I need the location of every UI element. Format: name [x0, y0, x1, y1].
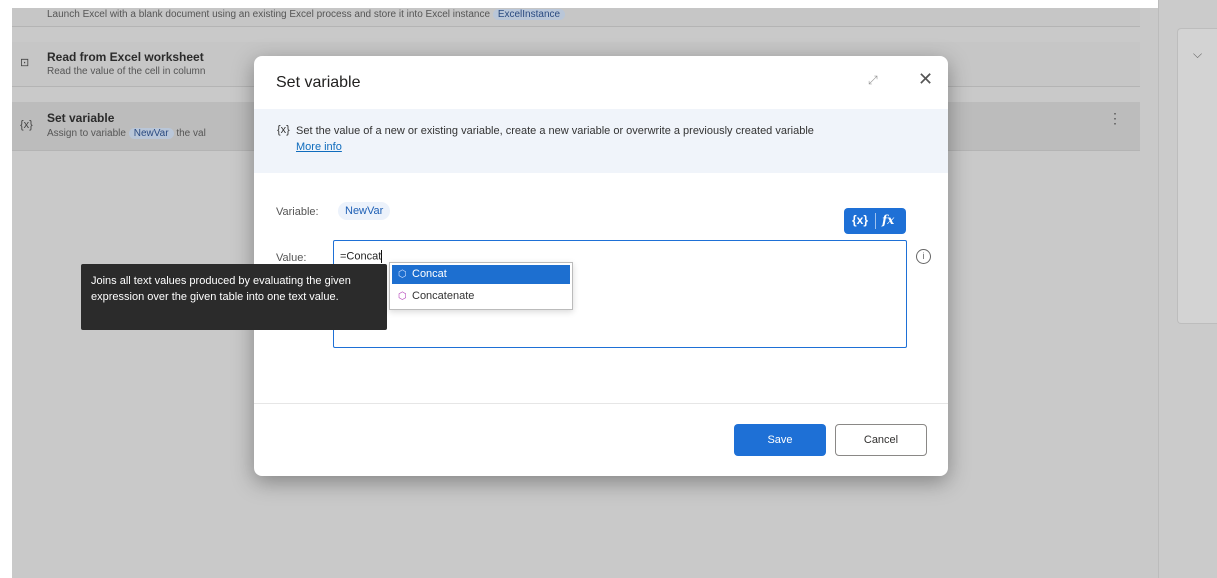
more-info-link[interactable]: More info — [296, 139, 916, 155]
text-caret — [381, 250, 383, 263]
action-description: Launch Excel with a blank document using… — [47, 9, 566, 20]
variable-chip: ExcelInstance — [492, 9, 566, 20]
variable-chip: NewVar — [128, 128, 174, 139]
info-description: Set the value of a new or existing varia… — [296, 125, 814, 137]
function-tooltip: Joins all text values produced by evalua… — [81, 264, 387, 330]
insert-function-button[interactable]: fx — [882, 213, 894, 227]
variable-icon: {x} — [20, 119, 33, 131]
autocomplete-item-label: Concatenate — [412, 290, 475, 302]
properties-pane: ⌵ — [1158, 0, 1217, 578]
footer-divider — [254, 403, 948, 404]
function-cube-icon: ⬡ — [398, 269, 407, 280]
action-launch-excel[interactable]: Launch Excel with a blank document using… — [12, 8, 1140, 27]
value-expression: =Concat — [340, 250, 382, 263]
autocomplete-item-concat[interactable]: ⬡ Concat — [392, 265, 570, 284]
more-options-icon[interactable]: ⋮ — [1108, 110, 1122, 127]
toolbar-divider — [875, 213, 876, 229]
autocomplete-list: ⬡ Concat ⬡ Concatenate — [389, 262, 573, 310]
info-icon[interactable]: i — [916, 249, 931, 264]
autocomplete-item-label: Concat — [412, 268, 447, 280]
variable-icon: {x} — [277, 124, 290, 136]
info-banner: {x} Set the value of a new or existing v… — [254, 109, 948, 173]
dialog-title: Set variable — [276, 74, 361, 91]
save-button[interactable]: Save — [734, 424, 826, 456]
function-cube-icon: ⬡ — [398, 291, 407, 302]
pane-panel — [1177, 28, 1217, 324]
action-description: Read the value of the cell in column — [47, 66, 206, 77]
action-description-text: Assign to variable — [47, 128, 126, 139]
value-label: Value: — [276, 252, 307, 264]
info-text: Set the value of a new or existing varia… — [296, 123, 916, 155]
action-description: Assign to variable NewVar the val — [47, 128, 206, 139]
close-icon[interactable]: ✕ — [918, 69, 933, 90]
variable-label: Variable: — [276, 206, 319, 218]
cancel-button[interactable]: Cancel — [835, 424, 927, 456]
insert-variable-button[interactable]: {x} — [852, 213, 868, 227]
action-title: Set variable — [47, 111, 115, 125]
app-window: Launch Excel with a blank document using… — [0, 0, 1217, 578]
autocomplete-item-concatenate[interactable]: ⬡ Concatenate — [392, 287, 570, 306]
action-description-text: Launch Excel with a blank document using… — [47, 9, 491, 20]
expression-toolbar: {x} fx — [844, 208, 906, 234]
excel-read-icon: ⊡ — [20, 57, 30, 69]
action-description-text: the val — [176, 128, 206, 139]
variable-name-pill[interactable]: NewVar — [338, 202, 391, 220]
action-title: Read from Excel worksheet — [47, 50, 204, 64]
expand-icon[interactable]: ⤢ — [868, 73, 878, 88]
chevron-down-icon[interactable]: ⌵ — [1193, 47, 1202, 62]
value-input-text: =Concat — [340, 250, 383, 263]
